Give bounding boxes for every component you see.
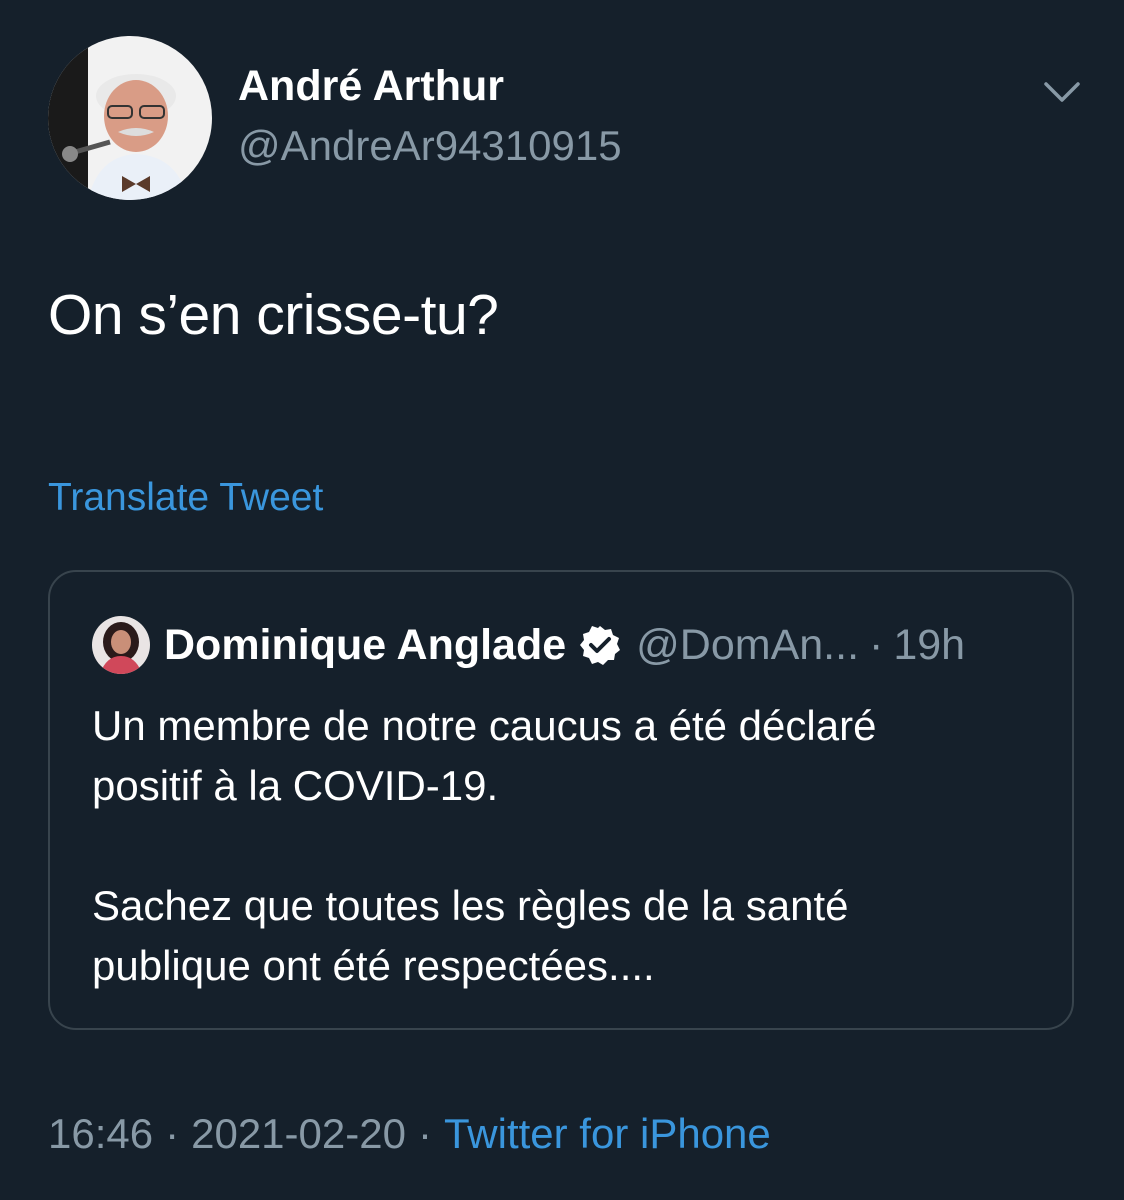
- footer-separator: ·: [417, 1110, 432, 1157]
- tweet-time: 16:46: [48, 1110, 154, 1157]
- quoted-text-line: publique ont été respectées....: [92, 942, 655, 989]
- quoted-text-blank-line: [92, 816, 1042, 876]
- quoted-author-avatar: [92, 616, 150, 674]
- tweet-footer: 16:46 · 2021-02-20 · Twitter for iPhone: [48, 1110, 771, 1158]
- quoted-tweet-card[interactable]: Dominique Anglade @DomAn... · 19h Un mem…: [48, 570, 1074, 1030]
- quoted-text-line: Sachez que toutes les règles de la santé: [92, 882, 849, 929]
- chevron-down-icon: [1044, 82, 1080, 102]
- tweet-date: 2021-02-20: [191, 1110, 406, 1157]
- author-avatar-image: [48, 36, 212, 200]
- translate-tweet-link[interactable]: Translate Tweet: [48, 476, 323, 520]
- quoted-author-name: Dominique Anglade: [164, 620, 567, 669]
- quoted-author-avatar-image: [92, 616, 150, 674]
- verified-badge-icon: [578, 623, 622, 667]
- quoted-tweet-time: 19h: [893, 620, 966, 669]
- quoted-tweet-text: Un membre de notre caucus a été déclaré …: [92, 696, 1042, 996]
- quoted-text-line: positif à la COVID-19.: [92, 762, 499, 809]
- tweet-options-button[interactable]: [1040, 72, 1084, 112]
- quoted-author-handle: @DomAn...: [636, 620, 860, 669]
- author-avatar[interactable]: [48, 36, 212, 200]
- quoted-header-separator: ·: [869, 620, 884, 669]
- author-handle[interactable]: @AndreAr94310915: [238, 122, 622, 170]
- footer-separator: ·: [165, 1110, 180, 1157]
- quoted-text-line: Un membre de notre caucus a été déclaré: [92, 702, 877, 749]
- author-display-name[interactable]: André Arthur: [238, 62, 504, 111]
- tweet-text: On s’en crisse-tu?: [48, 283, 499, 347]
- tweet-source-link[interactable]: Twitter for iPhone: [444, 1110, 771, 1157]
- quoted-tweet-header: Dominique Anglade @DomAn... · 19h: [164, 618, 965, 672]
